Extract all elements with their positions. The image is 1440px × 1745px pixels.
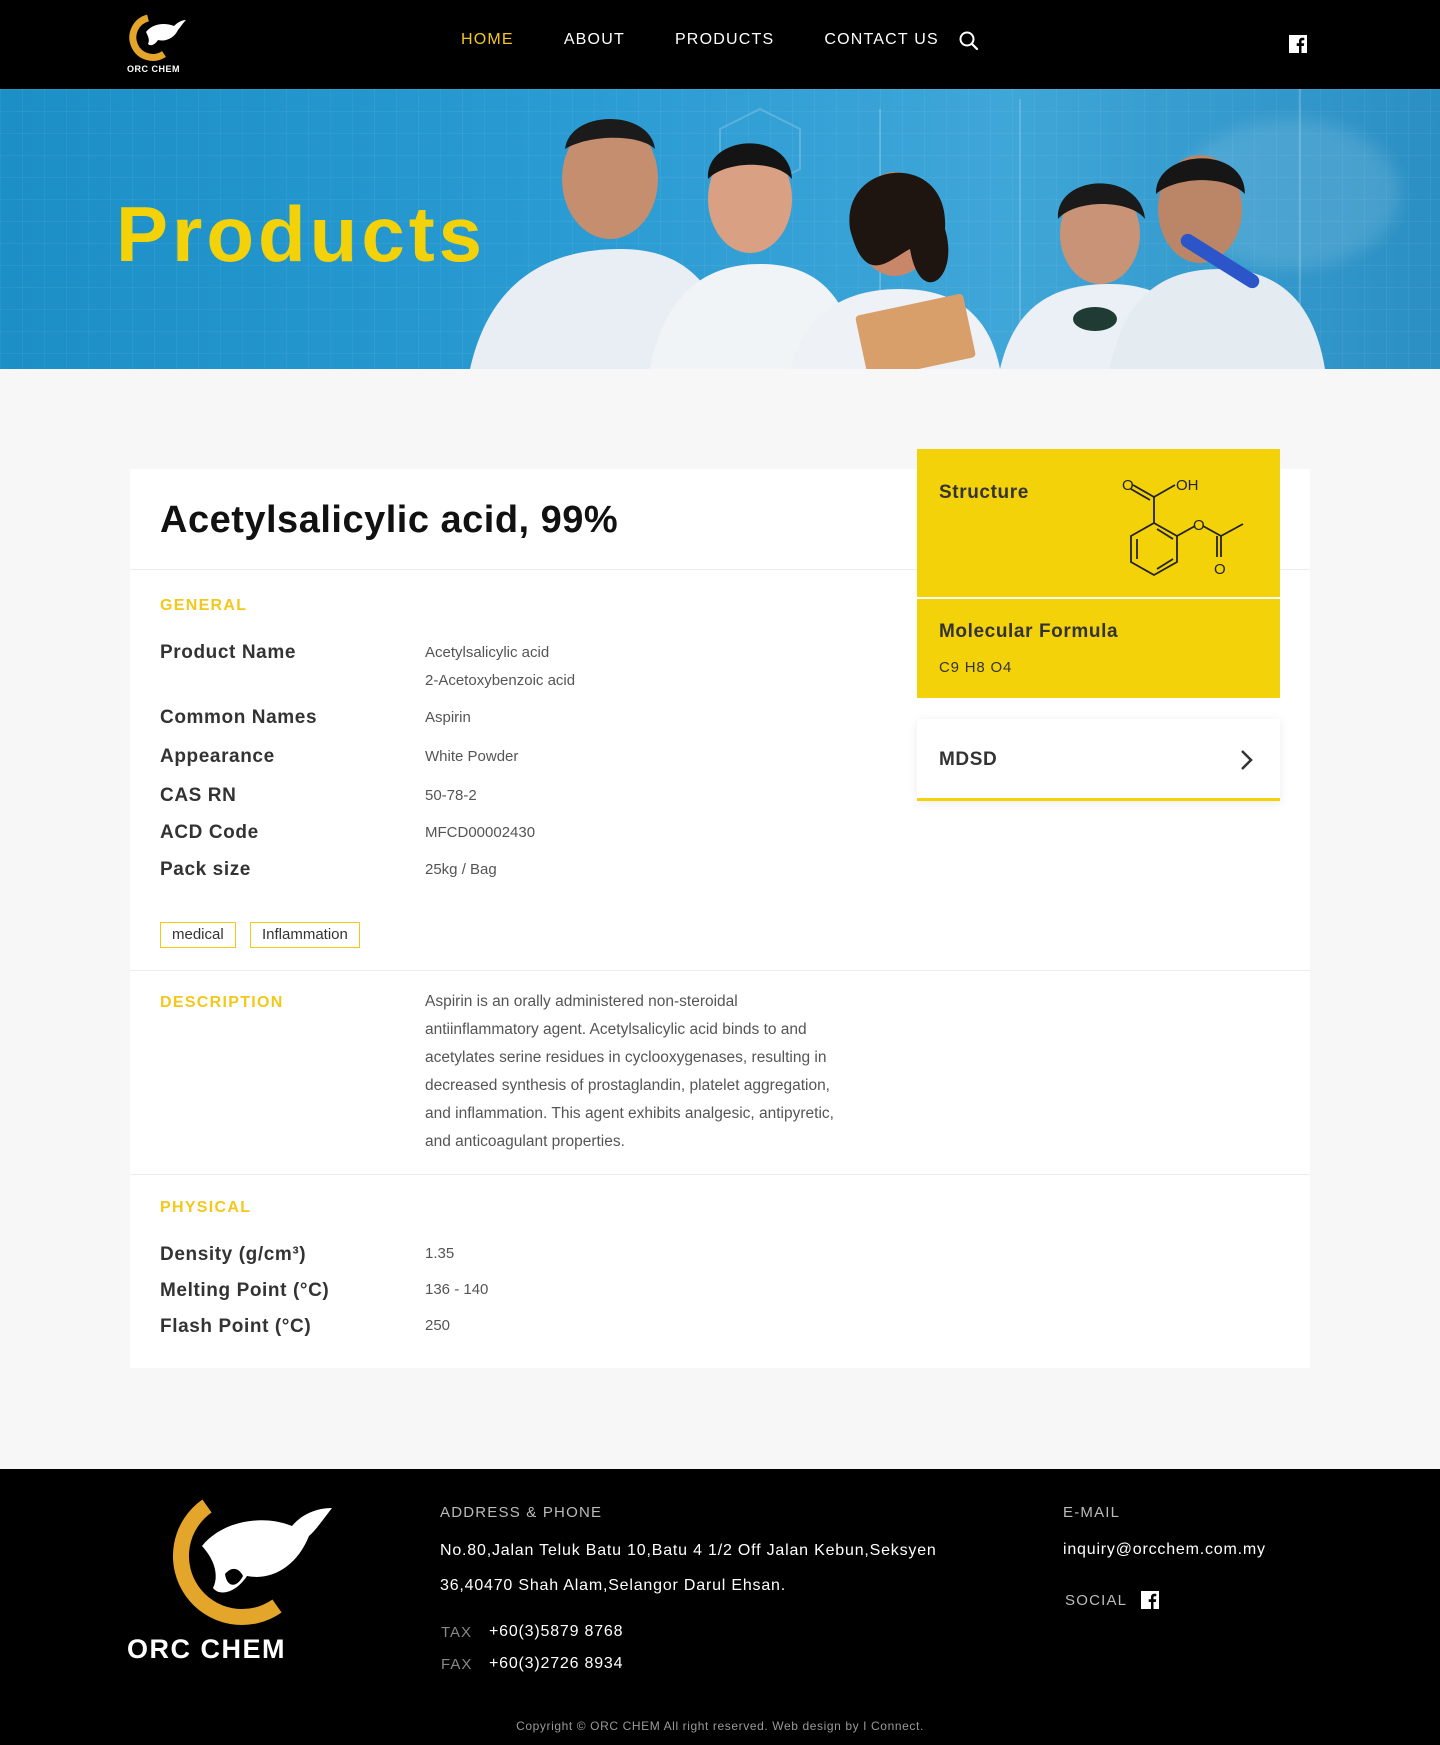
label-pack-size: Pack size — [160, 859, 251, 880]
structure-label: Structure — [939, 482, 1029, 503]
atom-o: O — [1193, 517, 1205, 534]
aspirin-structure-diagram: O OH O O — [1122, 477, 1244, 578]
address-line-1: No.80,Jalan Teluk Batu 10,Batu 4 1/2 Off… — [440, 1542, 937, 1559]
mdsd-label: MDSD — [939, 749, 998, 770]
value-product-name: Acetylsalicylic acid — [425, 644, 550, 661]
value-flash-point: 250 — [425, 1317, 451, 1334]
email-heading: E-MAIL — [1063, 1504, 1121, 1521]
address-line-2: 36,40470 Shah Alam,Selangor Darul Ehsan. — [440, 1577, 786, 1594]
facebook-icon[interactable] — [1141, 1591, 1159, 1609]
molecular-formula-panel: Molecular Formula C9 H8 O4 — [917, 599, 1280, 698]
label-density: Density (g/cm³) — [160, 1244, 307, 1265]
bull-logo-icon — [172, 1499, 332, 1626]
mdsd-link[interactable]: MDSD — [917, 719, 1280, 801]
fax-number: +60(3)2726 8934 — [489, 1655, 624, 1672]
structure-panel: Structure O OH O O — [917, 449, 1280, 597]
main-nav: HOME ABOUT PRODUCTS CONTACT US — [461, 31, 989, 49]
logo[interactable]: ORC CHEM — [124, 14, 194, 76]
section-description-label: DESCRIPTION — [160, 994, 284, 1011]
page-title: Products — [116, 190, 487, 278]
tag-inflammation[interactable]: Inflammation — [250, 922, 360, 948]
chevron-right-icon — [1241, 750, 1253, 770]
value-appearance: White Powder — [425, 748, 519, 765]
value-density: 1.35 — [425, 1245, 455, 1262]
tag-medical[interactable]: medical — [160, 922, 236, 948]
formula-label: Molecular Formula — [939, 621, 1119, 642]
fax-label: FAX — [441, 1656, 473, 1673]
tax-number[interactable]: +60(3)5879 8768 — [489, 1623, 623, 1641]
site-header: ORC CHEM HOME ABOUT PRODUCTS CONTACT US — [0, 0, 1440, 89]
label-common-names: Common Names — [160, 707, 318, 728]
footer-brand: ORC CHEM — [127, 1634, 286, 1664]
atom-o: O — [1214, 561, 1226, 578]
value-common-names: Aspirin — [425, 709, 471, 726]
label-cas-rn: CAS RN — [160, 785, 237, 806]
logo-text: ORC CHEM — [127, 64, 180, 74]
value-cas-rn: 50-78-2 — [425, 787, 477, 804]
facebook-icon[interactable] — [1289, 35, 1307, 53]
divider — [130, 1174, 1310, 1175]
divider — [130, 970, 1310, 971]
bull-logo-icon — [129, 14, 186, 61]
email-link[interactable]: inquiry@orcchem.com.my — [1063, 1541, 1266, 1559]
nav-home[interactable]: HOME — [461, 31, 514, 49]
label-appearance: Appearance — [160, 746, 275, 767]
label-melting-point: Melting Point (°C) — [160, 1280, 330, 1301]
value-melting-point: 136 - 140 — [425, 1281, 489, 1298]
nav-contact-us[interactable]: CONTACT US — [824, 31, 939, 49]
hero-banner: Products — [0, 89, 1440, 369]
section-physical-label: PHYSICAL — [160, 1199, 252, 1216]
social-heading: SOCIAL — [1065, 1592, 1128, 1609]
label-flash-point: Flash Point (°C) — [160, 1316, 312, 1337]
site-footer: ORC CHEM ADDRESS & PHONE No.80,Jalan Tel… — [0, 1469, 1440, 1745]
nav-about[interactable]: ABOUT — [564, 31, 625, 49]
value-acd-code: MFCD00002430 — [425, 824, 536, 841]
search-icon[interactable] — [958, 30, 980, 52]
atom-oh: OH — [1176, 477, 1199, 494]
product-title: Acetylsalicylic acid, 99% — [160, 499, 619, 541]
tax-label: TAX — [441, 1624, 473, 1641]
label-product-name: Product Name — [160, 642, 297, 663]
formula-value: C9 H8 O4 — [939, 659, 1013, 676]
section-general-label: GENERAL — [160, 597, 248, 614]
value-product-name-alt: 2-Acetoxybenzoic acid — [425, 672, 576, 689]
footer-logo[interactable]: ORC CHEM — [127, 1496, 337, 1666]
nav-products[interactable]: PRODUCTS — [675, 31, 774, 49]
address-heading: ADDRESS & PHONE — [440, 1504, 603, 1521]
value-pack-size: 25kg / Bag — [425, 861, 497, 878]
copyright: Copyright © ORC CHEM All right reserved.… — [516, 1719, 924, 1733]
atom-o: O — [1122, 477, 1134, 494]
product-description: Aspirin is an orally administered non-st… — [425, 993, 834, 1150]
label-acd-code: ACD Code — [160, 822, 259, 843]
